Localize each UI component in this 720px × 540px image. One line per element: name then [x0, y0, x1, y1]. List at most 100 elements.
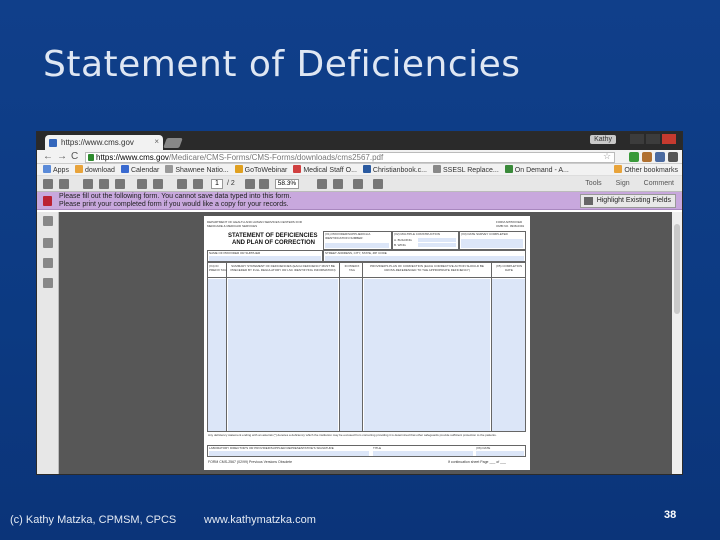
- close-window-icon[interactable]: [662, 134, 676, 144]
- bookmark-apps[interactable]: Apps: [43, 165, 69, 174]
- bookmark-label: Medical Staff O...: [303, 167, 357, 174]
- pdf-panel-links: Tools Sign Comment: [585, 180, 674, 187]
- form-fill-icon: [43, 196, 52, 206]
- full-screen-icon[interactable]: [373, 179, 383, 189]
- extension-icon[interactable]: [655, 152, 665, 162]
- attachments-icon[interactable]: [43, 238, 53, 248]
- folder-icon: [74, 165, 83, 173]
- address-bar-row: ←→C https://www.cms.gov/Medicare/CMS-For…: [37, 150, 682, 164]
- bookmark-label: Shawnee Natio...: [175, 167, 229, 174]
- fit-page-icon[interactable]: [317, 179, 327, 189]
- signature-icon[interactable]: [43, 278, 53, 288]
- x6-date-field[interactable]: [476, 451, 524, 456]
- extension-icons: [629, 152, 678, 162]
- form-agency: DEPARTMENT OF HEALTH AND HUMAN SERVICES …: [207, 220, 302, 228]
- bookmark-christianbook[interactable]: Christianbook.c...: [362, 165, 427, 174]
- bookmark-shawnee[interactable]: Shawnee Natio...: [165, 165, 229, 174]
- create-icon[interactable]: [59, 179, 69, 189]
- signature-field[interactable]: [209, 451, 369, 456]
- select-icon[interactable]: [153, 179, 163, 189]
- wing-field[interactable]: [418, 243, 456, 247]
- scrollbar-thumb[interactable]: [674, 224, 680, 314]
- page-total: / 2: [227, 180, 235, 187]
- browser-screenshot: https://www.cms.gov × Kathy ←→C https://…: [36, 131, 683, 475]
- page-thumbnails-icon[interactable]: [43, 216, 53, 226]
- navigation-pane: [37, 212, 59, 474]
- zoom-out-icon[interactable]: [245, 179, 255, 189]
- fit-width-icon[interactable]: [333, 179, 343, 189]
- browser-tab[interactable]: https://www.cms.gov ×: [45, 135, 163, 150]
- bookmark-ssesl[interactable]: SSESL Replace...: [433, 165, 499, 174]
- save-icon[interactable]: [83, 179, 93, 189]
- bookmark-star-icon[interactable]: ☆: [603, 151, 611, 162]
- pdf-toolbar: 1 / 2 58.3% Tools Sign Comment: [37, 176, 682, 192]
- user-profile-button[interactable]: Kathy: [590, 135, 616, 144]
- completion-field[interactable]: [492, 279, 525, 431]
- date-survey-label: (X3) DATE SURVEY COMPLETED: [461, 232, 508, 236]
- bookmark-label: Apps: [53, 167, 69, 174]
- title-field[interactable]: [373, 451, 473, 456]
- footer-url: www.kathymatzka.com: [204, 514, 316, 526]
- highlight-existing-fields-button[interactable]: Highlight Existing Fields: [579, 194, 676, 208]
- hand-icon[interactable]: [137, 179, 147, 189]
- page-up-icon[interactable]: [177, 179, 187, 189]
- id-field[interactable]: [208, 279, 226, 431]
- provider-id-label: (X1) PROVIDER/SUPPLIER/CLIA IDENTIFICATI…: [325, 232, 371, 240]
- bookmark-label: SSESL Replace...: [443, 167, 499, 174]
- read-mode-icon[interactable]: [353, 179, 363, 189]
- page-number-input[interactable]: 1: [211, 179, 223, 189]
- bookmark-label: On Demand - A...: [514, 167, 569, 174]
- page-icon: [504, 165, 513, 173]
- maximize-icon[interactable]: [646, 134, 660, 144]
- form-title-line-2: AND PLAN OF CORRECTION: [232, 240, 315, 246]
- plan-field[interactable]: [364, 279, 490, 431]
- sign-link[interactable]: Sign: [616, 180, 630, 187]
- date-survey-field[interactable]: [461, 239, 523, 248]
- bookmark-on-demand[interactable]: On Demand - A...: [504, 165, 569, 174]
- binoculars-icon[interactable]: [43, 258, 53, 268]
- navigation-buttons[interactable]: ←→C: [43, 151, 82, 162]
- new-tab-button[interactable]: [163, 138, 183, 148]
- form-title-line-1: STATEMENT OF DEFICIENCIES: [228, 233, 318, 239]
- bookmark-medical-staff[interactable]: Medical Staff O...: [293, 165, 357, 174]
- provider-name-field[interactable]: [209, 256, 321, 261]
- tab-close-icon[interactable]: ×: [154, 137, 159, 146]
- page-down-icon[interactable]: [193, 179, 203, 189]
- bookmark-download[interactable]: download: [74, 165, 115, 174]
- open-icon[interactable]: [43, 179, 53, 189]
- notice-line-1: Please fill out the following form. You …: [59, 193, 292, 200]
- bookmark-gotowebinar[interactable]: GoToWebinar: [234, 165, 287, 174]
- bookmark-label: Other bookmarks: [624, 167, 678, 174]
- menu-icon[interactable]: [668, 152, 678, 162]
- comment-link[interactable]: Comment: [644, 180, 674, 187]
- tools-link[interactable]: Tools: [585, 180, 601, 187]
- zoom-level-select[interactable]: 58.3%: [275, 179, 299, 189]
- gotowebinar-icon: [234, 165, 243, 173]
- id2-field[interactable]: [340, 279, 362, 431]
- street-field[interactable]: [325, 256, 524, 261]
- email-icon[interactable]: [115, 179, 125, 189]
- vertical-scrollbar[interactable]: [672, 212, 682, 474]
- other-bookmarks[interactable]: Other bookmarks: [614, 165, 678, 174]
- summary-field[interactable]: [228, 279, 338, 431]
- print-icon[interactable]: [99, 179, 109, 189]
- street-label: STREET ADDRESS, CITY, STATE, ZIP CODE: [325, 251, 387, 255]
- tab-title: https://www.cms.gov: [61, 138, 134, 147]
- bookmark-label: Calendar: [130, 167, 160, 174]
- url-field[interactable]: https://www.cms.gov/Medicare/CMS-Forms/C…: [85, 152, 615, 163]
- pdf-workspace: DEPARTMENT OF HEALTH AND HUMAN SERVICES …: [37, 212, 682, 474]
- bookmarks-bar: Apps download Calendar Shawnee Natio... …: [37, 164, 682, 176]
- provider-id-field[interactable]: [325, 243, 389, 248]
- form-notice-banner: Please fill out the following form. You …: [37, 192, 682, 210]
- bookmark-calendar[interactable]: Calendar: [120, 165, 160, 174]
- zoom-in-icon[interactable]: [259, 179, 269, 189]
- slide-title: Statement of Deficiencies: [43, 44, 521, 85]
- building-field[interactable]: [418, 238, 456, 242]
- minimize-icon[interactable]: [630, 134, 644, 144]
- extension-icon[interactable]: [629, 152, 639, 162]
- continuation-sheet: If continuation sheet Page ___ of ___: [448, 460, 506, 464]
- calendar-icon: [120, 165, 129, 173]
- extension-icon[interactable]: [642, 152, 652, 162]
- col-summary-header: SUMMARY STATEMENT OF DEFICIENCIES (EACH …: [230, 264, 336, 272]
- highlight-icon: [583, 197, 593, 205]
